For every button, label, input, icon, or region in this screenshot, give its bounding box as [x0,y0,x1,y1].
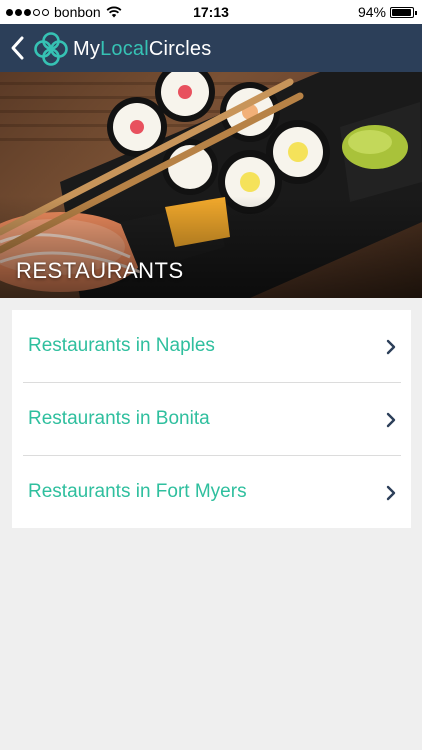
chevron-right-icon [386,485,396,501]
battery-percent: 94% [357,4,386,20]
chevron-left-icon [11,36,24,60]
list-item-label: Restaurants in Naples [28,335,215,356]
navigation-bar: MyLocalCircles [0,24,422,72]
chevron-right-icon [386,339,396,355]
brand-part-local: Local [100,37,149,60]
status-bar: bonbon 17:13 94% [0,0,422,24]
circles-logo-icon [34,32,68,66]
back-button[interactable] [8,34,28,62]
status-right: 94% [357,4,417,20]
battery-icon [390,6,417,18]
chevron-right-icon [386,412,396,428]
list-item-bonita[interactable]: Restaurants in Bonita [12,383,411,456]
restaurant-list: Restaurants in Naples Restaurants in Bon… [12,310,411,528]
brand-name: MyLocalCircles [73,38,211,61]
brand-part-my: My [73,37,101,60]
list-item-naples[interactable]: Restaurants in Naples [12,310,411,383]
hero-title: RESTAURANTS [16,258,184,283]
brand-logo: MyLocalCircles [33,31,211,67]
list-item-fort-myers[interactable]: Restaurants in Fort Myers [12,456,411,529]
list-item-label: Restaurants in Bonita [28,408,210,429]
hero-banner: RESTAURANTS [0,72,422,298]
list-item-label: Restaurants in Fort Myers [28,481,247,502]
brand-part-circles: Circles [148,37,212,60]
